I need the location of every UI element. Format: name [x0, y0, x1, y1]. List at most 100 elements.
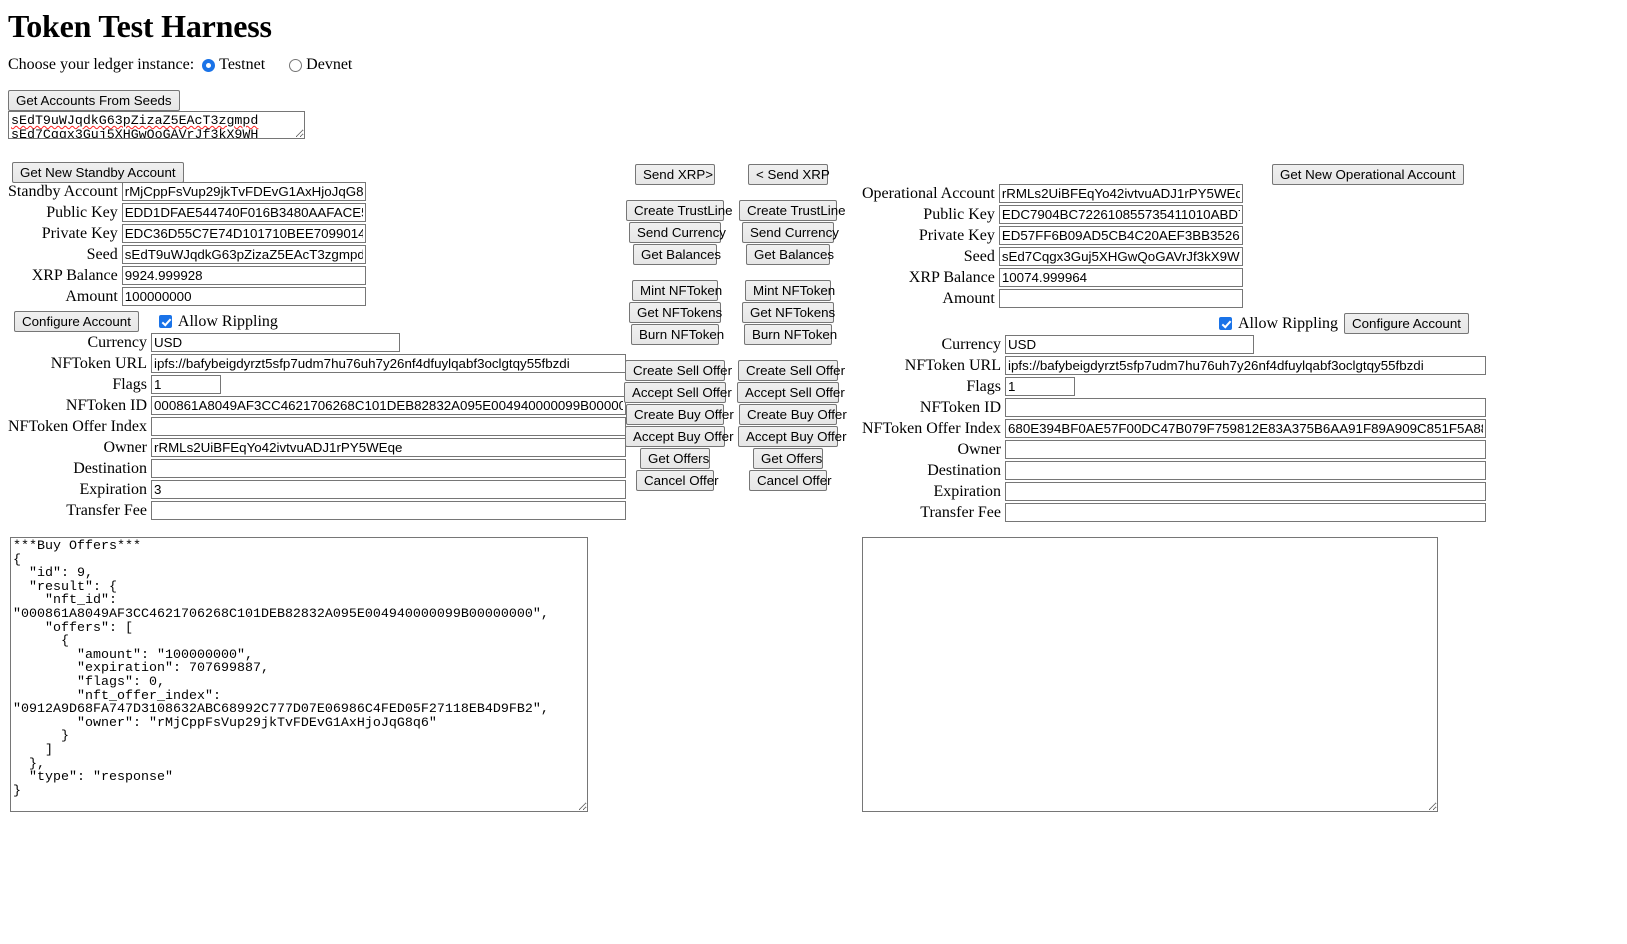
- standby-cancel-offer-button[interactable]: Cancel Offer: [636, 470, 719, 491]
- form-row: XRP Balance: [8, 265, 366, 286]
- operational-owner-input[interactable]: [1005, 440, 1486, 459]
- field-label: Flags: [966, 377, 1001, 395]
- standby-nftoken-id-input[interactable]: [151, 396, 626, 415]
- nftoken-group: Mint NFToken Get NFTokens Burn NFToken: [742, 280, 837, 346]
- get-new-operational-account-button[interactable]: Get New Operational Account: [1272, 164, 1464, 185]
- form-row: Public Key: [8, 202, 366, 223]
- standby-results-textarea[interactable]: [10, 537, 588, 812]
- operational-configure-account-button[interactable]: Configure Account: [1344, 313, 1469, 334]
- standby-create-trustline-button[interactable]: Create TrustLine: [626, 200, 733, 221]
- offers-group: Create Sell Offer Accept Sell Offer Crea…: [737, 360, 847, 492]
- operational-destination-input[interactable]: [1005, 461, 1486, 480]
- field-label: Transfer Fee: [66, 501, 147, 519]
- operational-configure-row: Allow Rippling Configure Account: [1219, 313, 1469, 334]
- get-accounts-from-seeds-button[interactable]: Get Accounts From Seeds: [8, 90, 180, 111]
- trustline-group: Create TrustLine Send Currency Get Balan…: [739, 200, 846, 266]
- send-xrp-right-button[interactable]: Send XRP>: [635, 164, 715, 185]
- standby-mint-nftoken-button[interactable]: Mint NFToken: [632, 280, 722, 301]
- operational-transfer-fee-input[interactable]: [1005, 503, 1486, 522]
- standby-public-key-input[interactable]: [121, 203, 366, 222]
- operational-results-textarea[interactable]: [862, 537, 1438, 812]
- standby-send-currency-button[interactable]: Send Currency: [629, 222, 726, 243]
- operational-currency-input[interactable]: [1005, 335, 1254, 354]
- standby-transfer-fee-input[interactable]: [151, 501, 626, 520]
- standby-account-input[interactable]: [121, 182, 366, 201]
- standby-xrp-balance-input[interactable]: [121, 266, 366, 285]
- operational-xrp-balance-input[interactable]: [998, 268, 1243, 287]
- radio-devnet[interactable]: [289, 58, 303, 72]
- operational-burn-nftoken-button[interactable]: Burn NFToken: [744, 324, 837, 345]
- radio-testnet[interactable]: [202, 58, 216, 72]
- standby-get-offers-button[interactable]: Get Offers: [640, 448, 710, 469]
- standby-seed-input[interactable]: [121, 245, 366, 264]
- operational-nftoken-url-input[interactable]: [1005, 356, 1486, 375]
- form-row: Transfer Fee: [862, 502, 1486, 523]
- field-label: Transfer Fee: [920, 503, 1001, 521]
- page-root: Token Test Harness Choose your ledger in…: [0, 0, 1627, 944]
- field-label: Owner: [957, 440, 1001, 458]
- operational-send-currency-button[interactable]: Send Currency: [742, 222, 839, 243]
- field-label: Seed: [963, 247, 995, 265]
- form-row: Operational Account: [862, 183, 1243, 204]
- standby-nftoken-url-input[interactable]: [151, 354, 626, 373]
- operational-action-buttons: < Send XRP Create TrustLine Send Currenc…: [737, 164, 847, 492]
- standby-currency-input[interactable]: [151, 333, 400, 352]
- standby-nftoken-offer-index-input[interactable]: [151, 417, 626, 436]
- standby-destination-input[interactable]: [151, 459, 626, 478]
- standby-action-buttons: Send XRP> Create TrustLine Send Currency…: [624, 164, 734, 492]
- field-label: Currency: [941, 335, 1001, 353]
- form-row: Standby Account: [8, 181, 366, 202]
- operational-get-offers-button[interactable]: Get Offers: [753, 448, 823, 469]
- operational-flags-input[interactable]: [1005, 377, 1075, 396]
- operational-mint-nftoken-button[interactable]: Mint NFToken: [745, 280, 835, 301]
- form-row: Expiration: [862, 481, 1486, 502]
- standby-configure-account-button[interactable]: Configure Account: [14, 311, 139, 332]
- standby-allow-rippling-checkbox[interactable]: [158, 315, 172, 328]
- get-new-standby-account-button[interactable]: Get New Standby Account: [12, 162, 184, 183]
- operational-nftoken-id-input[interactable]: [1005, 398, 1486, 417]
- field-label: Public Key: [46, 203, 118, 221]
- field-label: XRP Balance: [908, 268, 995, 286]
- field-label: Amount: [65, 287, 118, 305]
- standby-create-buy-offer-button[interactable]: Create Buy Offer: [626, 404, 734, 425]
- standby-accept-sell-offer-button[interactable]: Accept Sell Offer: [624, 382, 732, 403]
- operational-seed-input[interactable]: [998, 247, 1243, 266]
- standby-get-balances-button[interactable]: Get Balances: [633, 244, 721, 265]
- standby-flags-input[interactable]: [151, 375, 221, 394]
- operational-expiration-input[interactable]: [1005, 482, 1486, 501]
- standby-burn-nftoken-button[interactable]: Burn NFToken: [631, 324, 724, 345]
- operational-allow-rippling-checkbox[interactable]: [1219, 317, 1232, 330]
- send-xrp-left-button[interactable]: < Send XRP: [748, 164, 830, 185]
- field-label: Operational Account: [862, 184, 995, 202]
- form-row: Currency: [862, 334, 1486, 355]
- operational-accept-buy-offer-button[interactable]: Accept Buy Offer: [738, 426, 847, 447]
- standby-accept-buy-offer-button[interactable]: Accept Buy Offer: [625, 426, 734, 447]
- standby-amount-input[interactable]: [121, 287, 366, 306]
- operational-amount-input[interactable]: [998, 289, 1243, 308]
- operational-nftoken-offer-index-input[interactable]: [1005, 419, 1486, 438]
- form-row: Expiration: [8, 479, 626, 500]
- standby-get-nftokens-button[interactable]: Get NFTokens: [629, 302, 722, 323]
- ledger-instance-label: Choose your ledger instance:: [8, 56, 195, 73]
- form-row: Seed: [8, 244, 366, 265]
- form-row: Currency: [8, 332, 626, 353]
- operational-create-buy-offer-button[interactable]: Create Buy Offer: [739, 404, 847, 425]
- standby-expiration-input[interactable]: [151, 480, 626, 499]
- standby-create-sell-offer-button[interactable]: Create Sell Offer: [625, 360, 732, 381]
- operational-create-sell-offer-button[interactable]: Create Sell Offer: [738, 360, 845, 381]
- operational-accept-sell-offer-button[interactable]: Accept Sell Offer: [737, 382, 845, 403]
- standby-owner-input[interactable]: [151, 438, 626, 457]
- operational-public-key-input[interactable]: [998, 205, 1243, 224]
- seeds-textarea[interactable]: [8, 111, 305, 139]
- standby-private-key-input[interactable]: [121, 224, 366, 243]
- operational-create-trustline-button[interactable]: Create TrustLine: [739, 200, 846, 221]
- operational-get-balances-button[interactable]: Get Balances: [746, 244, 834, 265]
- operational-allow-rippling-label: Allow Rippling: [1238, 314, 1339, 332]
- operational-private-key-input[interactable]: [998, 226, 1243, 245]
- operational-cancel-offer-button[interactable]: Cancel Offer: [749, 470, 832, 491]
- form-row: Public Key: [862, 204, 1243, 225]
- standby-allow-rippling-label: Allow Rippling: [177, 312, 278, 330]
- operational-get-nftokens-button[interactable]: Get NFTokens: [742, 302, 835, 323]
- operational-account-input[interactable]: [998, 184, 1243, 203]
- field-label: Flags: [112, 375, 147, 393]
